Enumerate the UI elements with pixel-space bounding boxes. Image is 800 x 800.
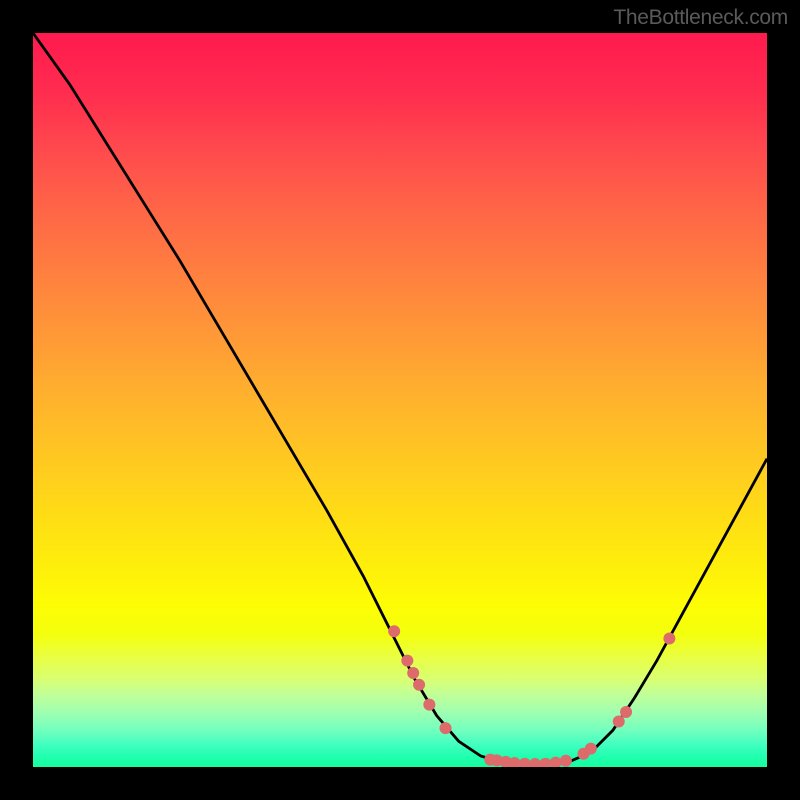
data-dot bbox=[401, 655, 413, 667]
chart-svg bbox=[33, 33, 767, 767]
data-dot bbox=[539, 758, 551, 767]
data-dot bbox=[620, 706, 632, 718]
data-dots bbox=[388, 625, 675, 767]
data-dot bbox=[529, 758, 541, 767]
data-dot bbox=[413, 679, 425, 691]
data-dot bbox=[585, 743, 597, 755]
data-dot bbox=[423, 699, 435, 711]
data-dot bbox=[388, 625, 400, 637]
watermark-text: TheBottleneck.com bbox=[613, 6, 788, 30]
data-dot bbox=[663, 633, 675, 645]
data-dot bbox=[560, 755, 572, 767]
data-dot bbox=[407, 667, 419, 679]
plot-area bbox=[33, 33, 767, 767]
data-dot bbox=[519, 758, 531, 767]
curve-line bbox=[33, 33, 767, 765]
data-dot bbox=[613, 715, 625, 727]
data-dot bbox=[550, 757, 562, 767]
data-dot bbox=[440, 722, 452, 734]
